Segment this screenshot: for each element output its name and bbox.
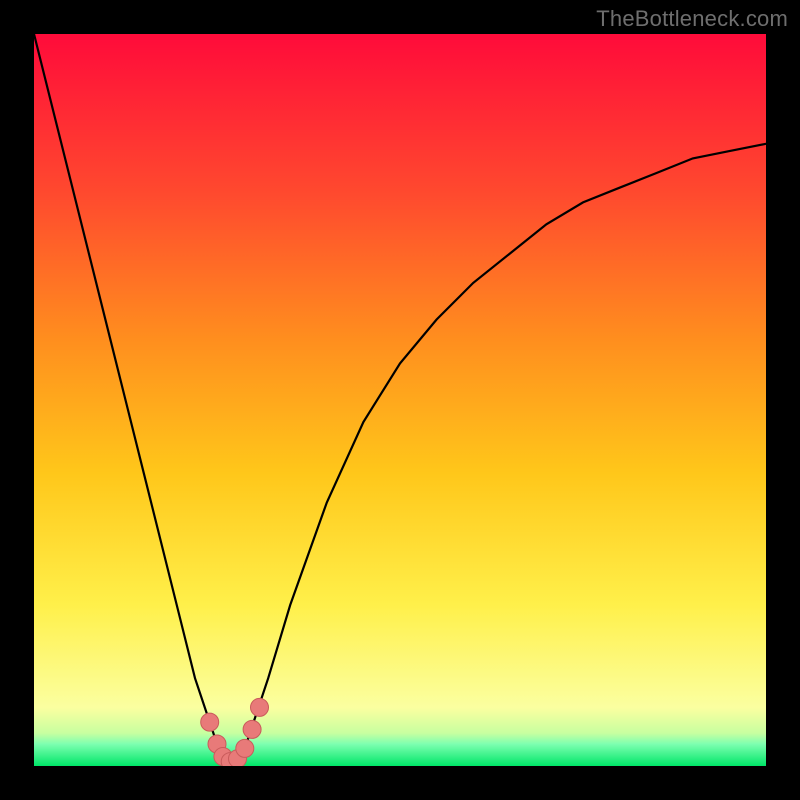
watermark-text: TheBottleneck.com (596, 6, 788, 32)
gradient-background (34, 34, 766, 766)
highlight-dot (201, 713, 219, 731)
highlight-dot (251, 698, 269, 716)
outer-frame: TheBottleneck.com (0, 0, 800, 800)
highlight-dot (243, 720, 261, 738)
plot-area (34, 34, 766, 766)
chart-canvas (34, 34, 766, 766)
highlight-dot (236, 739, 254, 757)
